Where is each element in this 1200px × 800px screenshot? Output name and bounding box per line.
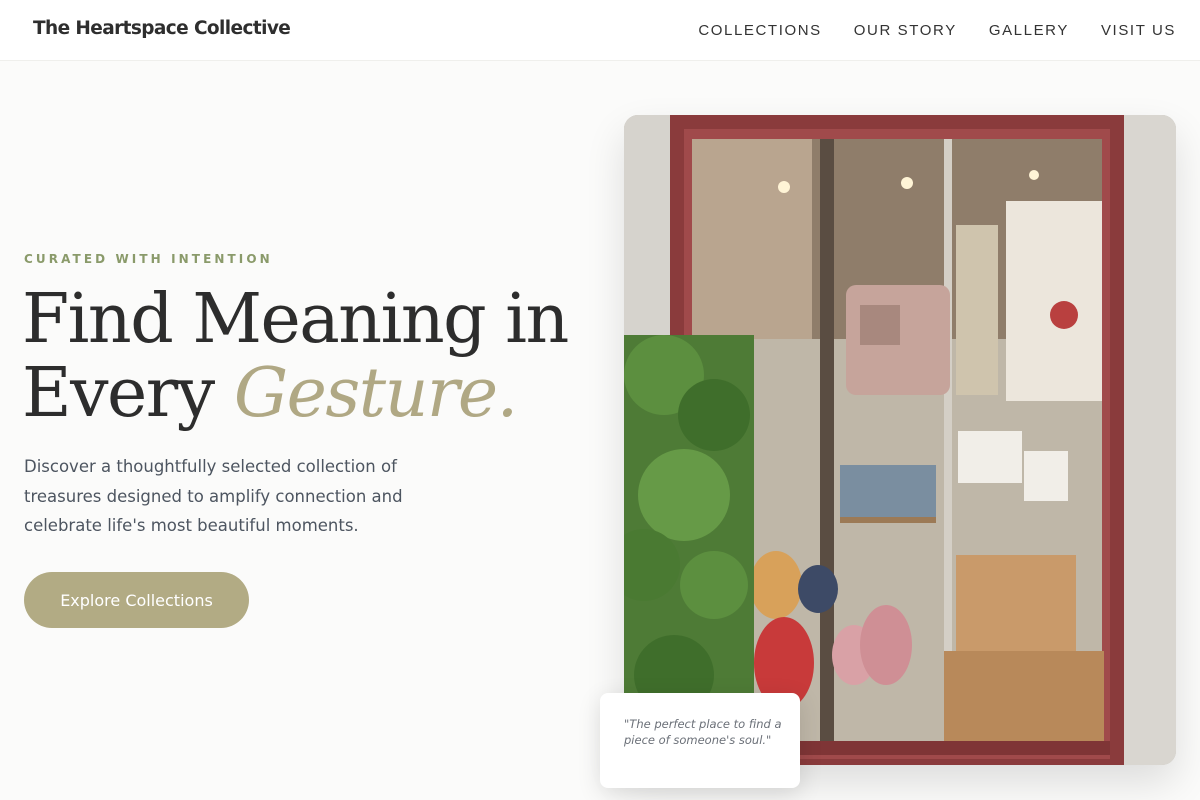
headline-line-2-start: Every [22, 354, 234, 433]
hero-description: Discover a thoughtfully selected collect… [24, 457, 403, 535]
brand-logo[interactable]: The Heartspace Collective [33, 18, 291, 39]
nav-our-story[interactable]: OUR STORY [854, 22, 957, 39]
headline-line-2: Every Gesture. [22, 357, 602, 431]
hero-eyebrow: CURATED WITH INTENTION [24, 252, 273, 266]
main-nav: COLLECTIONS OUR STORY GALLERY VISIT US [666, 22, 1176, 39]
nav-gallery[interactable]: GALLERY [989, 22, 1069, 39]
nav-collections[interactable]: COLLECTIONS [698, 22, 821, 39]
nav-visit-us[interactable]: VISIT US [1101, 22, 1176, 39]
headline-line-1: Find Meaning in [22, 280, 569, 359]
testimonial-quote: "The perfect place to find a piece of so… [624, 717, 782, 747]
testimonial-card: "The perfect place to find a piece of so… [600, 693, 800, 788]
hero-headline: Find Meaning in Every Gesture. [22, 283, 602, 431]
explore-collections-button[interactable]: Explore Collections [24, 572, 249, 628]
storefront-illustration [624, 115, 1176, 765]
site-header: The Heartspace Collective COLLECTIONS OU… [0, 0, 1200, 61]
storefront-photo [624, 115, 1176, 765]
headline-accent-word: Gesture. [233, 354, 518, 433]
